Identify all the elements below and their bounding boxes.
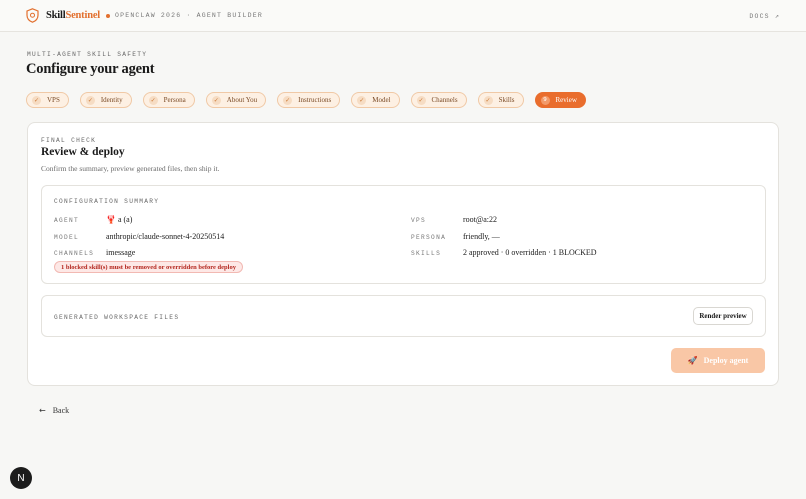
step-skills[interactable]: ✓ Skills: [477, 92, 524, 108]
skills-value: 2 approved · 0 overridden · 1 BLOCKED: [463, 248, 597, 257]
render-preview-button[interactable]: Render preview: [693, 307, 753, 325]
rocket-icon: 🚀: [687, 356, 698, 365]
persona-label: PERSONA: [411, 234, 447, 241]
channels-label: CHANNELS: [54, 250, 95, 257]
vps-label: VPS: [411, 217, 427, 224]
files-title: GENERATED WORKSPACE FILES: [54, 314, 180, 321]
n-badge[interactable]: N: [10, 467, 32, 489]
step-review[interactable]: 9 Review: [534, 92, 586, 108]
vps-value: root@a:22: [463, 215, 498, 224]
configuration-summary: CONFIGURATION SUMMARY AGENT 🦞 a (a) MODE…: [41, 185, 766, 284]
header-subtitle: OPENCLAW 2026 · AGENT BUILDER: [115, 12, 263, 19]
step-number-icon: 9: [540, 95, 550, 105]
step-persona[interactable]: ✓ Persona: [142, 92, 195, 108]
step-about-you[interactable]: ✓ About You: [205, 92, 267, 108]
step-label: Model: [372, 96, 391, 104]
shield-logo-icon: [26, 8, 40, 24]
step-label: VPS: [47, 96, 60, 104]
blocked-skills-warning: 1 blocked skill(s) must be removed or ov…: [54, 261, 243, 273]
channels-value: imessage: [106, 248, 136, 257]
check-icon: ✓: [32, 95, 41, 105]
review-card: FINAL CHECK Review & deploy Confirm the …: [27, 122, 779, 386]
model-label: MODEL: [54, 234, 80, 241]
step-channels[interactable]: ✓ Channels: [410, 92, 467, 108]
check-icon: ✓: [148, 95, 158, 105]
check-icon: ✓: [357, 95, 367, 105]
check-icon: ✓: [85, 95, 95, 105]
step-label: Identity: [100, 96, 123, 104]
check-icon: ✓: [283, 95, 293, 105]
card-description: Confirm the summary, preview generated f…: [41, 164, 220, 173]
agent-label: AGENT: [54, 217, 80, 224]
summary-title: CONFIGURATION SUMMARY: [54, 198, 160, 205]
step-instructions[interactable]: ✓ Instructions: [277, 92, 341, 108]
step-label: Persona: [163, 96, 186, 104]
step-label: About You: [226, 96, 258, 104]
step-model[interactable]: ✓ Model: [351, 92, 400, 108]
status-dot: [106, 13, 111, 18]
skills-label: SKILLS: [411, 250, 442, 257]
check-icon: ✓: [483, 95, 493, 105]
card-eyebrow: FINAL CHECK: [41, 137, 97, 144]
step-tabs: ✓ VPS ✓ Identity ✓ Persona ✓ About You ✓ Inst…: [26, 92, 597, 108]
step-label: Instructions: [298, 96, 332, 104]
step-identity[interactable]: ✓ Identity: [79, 92, 132, 108]
step-label: Channels: [431, 96, 458, 104]
check-icon: ✓: [211, 95, 221, 105]
model-value: anthropic/claude-sonnet-4-20250514: [106, 232, 225, 241]
brand-name: SkillSentinel: [46, 10, 101, 21]
agent-value: 🦞 a (a): [106, 215, 133, 224]
top-bar: SkillSentinel OPENCLAW 2026 · AGENT BUIL…: [0, 0, 806, 32]
page-eyebrow: MULTI-AGENT SKILL SAFETY: [27, 51, 148, 58]
arrow-left-icon: ←: [39, 406, 46, 415]
step-label: Skills: [498, 96, 515, 104]
card-title: Review & deploy: [41, 146, 125, 158]
deploy-agent-button[interactable]: 🚀 Deploy agent: [671, 348, 765, 373]
step-label: Review: [555, 96, 577, 104]
persona-value: friendly, —: [463, 232, 500, 241]
back-button[interactable]: ← Back: [39, 406, 69, 415]
generated-files-panel: GENERATED WORKSPACE FILES Render preview: [41, 295, 766, 337]
page-title: Configure your agent: [26, 61, 155, 77]
check-icon: ✓: [416, 95, 426, 105]
docs-link[interactable]: DOCS ↗: [749, 12, 780, 20]
step-vps[interactable]: ✓ VPS: [26, 92, 69, 108]
back-label: Back: [52, 406, 70, 415]
deploy-label: Deploy agent: [703, 356, 749, 365]
